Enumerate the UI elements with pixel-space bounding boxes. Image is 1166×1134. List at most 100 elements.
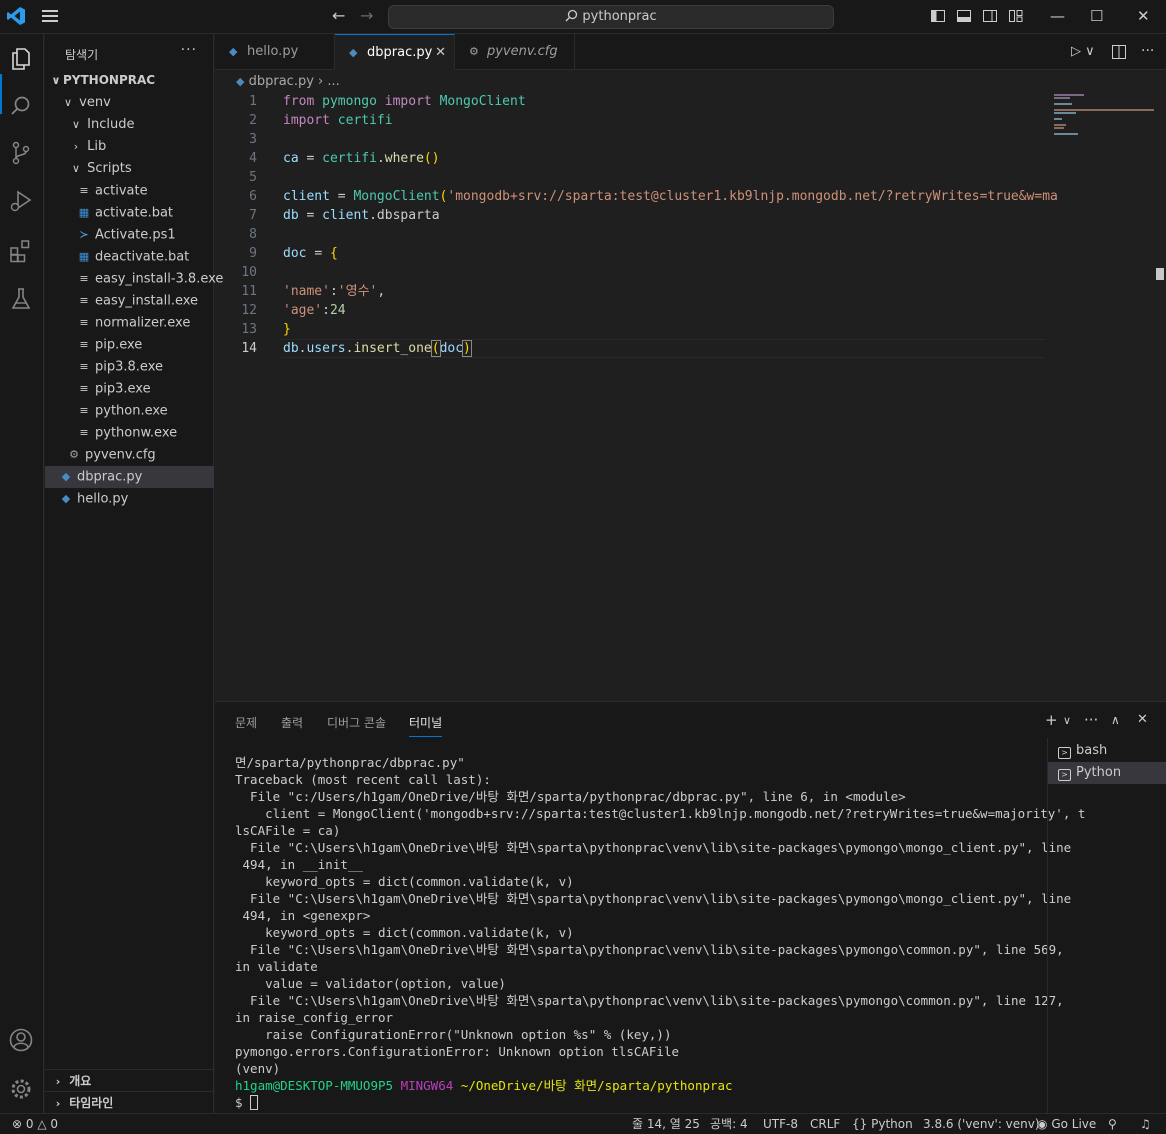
terminal-input-line[interactable]: $ bbox=[235, 1094, 1045, 1111]
toggle-panel-icon[interactable] bbox=[956, 8, 972, 24]
vscode-logo-icon[interactable] bbox=[6, 6, 26, 26]
tree-item-pip38[interactable]: ≡ pip3.8.exe bbox=[45, 356, 214, 378]
problems-status[interactable]: ⊗ 0 △ 0 bbox=[12, 1114, 58, 1134]
line-number: 9 bbox=[249, 246, 257, 261]
maximize-icon[interactable]: ☐ bbox=[1090, 7, 1103, 25]
terminal-item-bash[interactable]: > bash bbox=[1048, 740, 1166, 762]
tree-item-label: easy_install-3.8.exe bbox=[95, 271, 224, 287]
minimap[interactable] bbox=[1046, 92, 1156, 700]
tree-item-label: Lib bbox=[87, 139, 107, 154]
split-editor-icon[interactable] bbox=[1112, 45, 1126, 59]
tree-item-dbprac-py[interactable]: ◆ dbprac.py bbox=[45, 466, 214, 488]
go-live-button[interactable]: ◉ Go Live bbox=[1037, 1114, 1096, 1134]
maximize-panel-icon[interactable]: ∧ bbox=[1111, 713, 1120, 727]
terminal-item-python[interactable]: > Python bbox=[1048, 762, 1166, 784]
extensions-icon[interactable] bbox=[8, 238, 34, 264]
line-number: 1 bbox=[249, 94, 257, 109]
forward-arrow-icon[interactable]: → bbox=[360, 8, 373, 24]
terminal-line: keyword_opts = dict(common.validate(k, v… bbox=[235, 874, 574, 889]
accounts-icon[interactable] bbox=[8, 1027, 34, 1053]
panel-more-icon[interactable]: ··· bbox=[1084, 711, 1098, 729]
close-window-icon[interactable]: ✕ bbox=[1137, 7, 1150, 25]
breadcrumb-symbol[interactable]: ... bbox=[327, 74, 339, 89]
tree-item-activate-ps1[interactable]: ≻ Activate.ps1 bbox=[45, 224, 214, 246]
notifications-bell-icon[interactable]: ♫ bbox=[1140, 1114, 1151, 1134]
manage-gear-icon[interactable] bbox=[8, 1076, 34, 1102]
tree-item-lib[interactable]: › Lib bbox=[45, 136, 214, 158]
code-editor[interactable]: 1 from pymongo import MongoClient 2 import… bbox=[215, 92, 1058, 700]
testing-icon[interactable] bbox=[8, 286, 34, 312]
outline-section[interactable]: › 개요 bbox=[45, 1069, 214, 1091]
tree-item-label: Scripts bbox=[87, 161, 132, 176]
toggle-primary-sidebar-icon[interactable] bbox=[930, 8, 946, 24]
close-tab-icon[interactable]: ✕ bbox=[435, 35, 446, 71]
minimize-icon[interactable]: — bbox=[1050, 7, 1065, 25]
toggle-secondary-sidebar-icon[interactable] bbox=[982, 8, 998, 24]
tree-item-include[interactable]: ∨ Include bbox=[45, 114, 214, 136]
editor-more-actions-icon[interactable]: ··· bbox=[1141, 43, 1154, 59]
command-center-search[interactable]: pythonprac bbox=[388, 5, 834, 29]
tree-item-pyvenv-cfg[interactable]: ⚙ pyvenv.cfg bbox=[45, 444, 214, 466]
folder-root[interactable]: ∨ PYTHONPRAC bbox=[45, 69, 214, 91]
more-actions-icon[interactable]: ··· bbox=[181, 42, 197, 58]
tree-item-activate-bat[interactable]: ▦ activate.bat bbox=[45, 202, 214, 224]
title-bar: ← → pythonprac — ☐ ✕ bbox=[0, 0, 1166, 34]
tree-item-activate[interactable]: ≡ activate bbox=[45, 180, 214, 202]
run-debug-icon[interactable] bbox=[8, 188, 34, 214]
tree-item-scripts[interactable]: ∨ Scripts bbox=[45, 158, 214, 180]
breadcrumb-file[interactable]: dbprac.py bbox=[249, 74, 314, 89]
code-line: 3 bbox=[215, 130, 1045, 149]
source-control-icon[interactable] bbox=[8, 140, 34, 166]
code-line: 12'age':24 bbox=[215, 301, 1045, 320]
search-text: pythonprac bbox=[582, 9, 657, 24]
tree-item-easy-install-38[interactable]: ≡ easy_install-3.8.exe bbox=[45, 268, 223, 290]
language-label: Python bbox=[871, 1117, 913, 1131]
tree-item-pythonw-exe[interactable]: ≡ pythonw.exe bbox=[45, 422, 214, 444]
tab-dbprac-py[interactable]: ◆ dbprac.py ✕ bbox=[335, 34, 455, 70]
tab-hello-py[interactable]: ◆ hello.py bbox=[215, 34, 335, 70]
tree-item-normalizer[interactable]: ≡ normalizer.exe bbox=[45, 312, 214, 334]
customize-layout-icon[interactable] bbox=[1008, 8, 1024, 24]
tab-terminal[interactable]: 터미널 bbox=[409, 714, 443, 737]
indentation[interactable]: 공백: 4 bbox=[710, 1114, 748, 1134]
accounts-status-icon[interactable]: ⚲ bbox=[1108, 1114, 1117, 1134]
back-arrow-icon[interactable]: ← bbox=[332, 8, 345, 24]
explorer-icon[interactable] bbox=[8, 46, 34, 72]
tab-problems[interactable]: 문제 bbox=[235, 714, 257, 731]
error-count: 0 bbox=[25, 1117, 34, 1131]
menu-icon[interactable] bbox=[42, 10, 58, 23]
line-number: 10 bbox=[241, 265, 257, 280]
broadcast-icon: ◉ bbox=[1037, 1117, 1048, 1131]
search-sidebar-icon[interactable] bbox=[8, 94, 34, 120]
tab-label: pyvenv.cfg bbox=[487, 44, 558, 59]
terminal-line: File "C:\Users\h1gam\OneDrive\바탕 화면\spar… bbox=[235, 942, 1064, 957]
close-panel-icon[interactable]: ✕ bbox=[1137, 712, 1148, 727]
terminal-line: File "C:\Users\h1gam\OneDrive\바탕 화면\spar… bbox=[235, 891, 1072, 906]
timeline-section[interactable]: › 타임라인 bbox=[45, 1091, 214, 1113]
tab-output[interactable]: 출력 bbox=[281, 714, 303, 731]
file-lines-icon: ≡ bbox=[79, 360, 89, 373]
terminal-list: > bash > Python bbox=[1047, 738, 1166, 1114]
cursor-position[interactable]: 줄 14, 열 25 bbox=[632, 1114, 700, 1134]
tree-item-pip3[interactable]: ≡ pip3.exe bbox=[45, 378, 214, 400]
tree-item-python-exe[interactable]: ≡ python.exe bbox=[45, 400, 214, 422]
code-line: 13} bbox=[215, 320, 1045, 339]
new-terminal-icon[interactable]: + bbox=[1045, 711, 1058, 729]
tree-item-label: normalizer.exe bbox=[95, 315, 191, 331]
tree-item-pip[interactable]: ≡ pip.exe bbox=[45, 334, 214, 356]
tab-pyvenv-cfg[interactable]: ⚙ pyvenv.cfg bbox=[455, 34, 575, 70]
tree-item-easy-install[interactable]: ≡ easy_install.exe bbox=[45, 290, 214, 312]
line-ending[interactable]: CRLF bbox=[810, 1114, 840, 1134]
chevron-down-icon[interactable]: ∨ bbox=[1063, 714, 1071, 727]
terminal-output[interactable]: 면/sparta/pythonprac/dbprac.py" Traceback… bbox=[235, 754, 1085, 1111]
run-python-file-icon[interactable]: ▷ ∨ bbox=[1071, 44, 1095, 59]
encoding[interactable]: UTF-8 bbox=[763, 1114, 798, 1134]
tree-item-venv[interactable]: ∨ venv bbox=[45, 92, 214, 114]
scrollbar-marker[interactable] bbox=[1156, 268, 1164, 280]
tree-item-deactivate-bat[interactable]: ▦ deactivate.bat bbox=[45, 246, 214, 268]
python-interpreter[interactable]: 3.8.6 ('venv': venv) bbox=[923, 1114, 1040, 1134]
tree-item-hello-py[interactable]: ◆ hello.py bbox=[45, 488, 214, 510]
language-mode[interactable]: {} Python bbox=[852, 1114, 913, 1134]
tab-debug-console[interactable]: 디버그 콘솔 bbox=[327, 714, 386, 731]
tree-item-label: Activate.ps1 bbox=[95, 227, 176, 243]
